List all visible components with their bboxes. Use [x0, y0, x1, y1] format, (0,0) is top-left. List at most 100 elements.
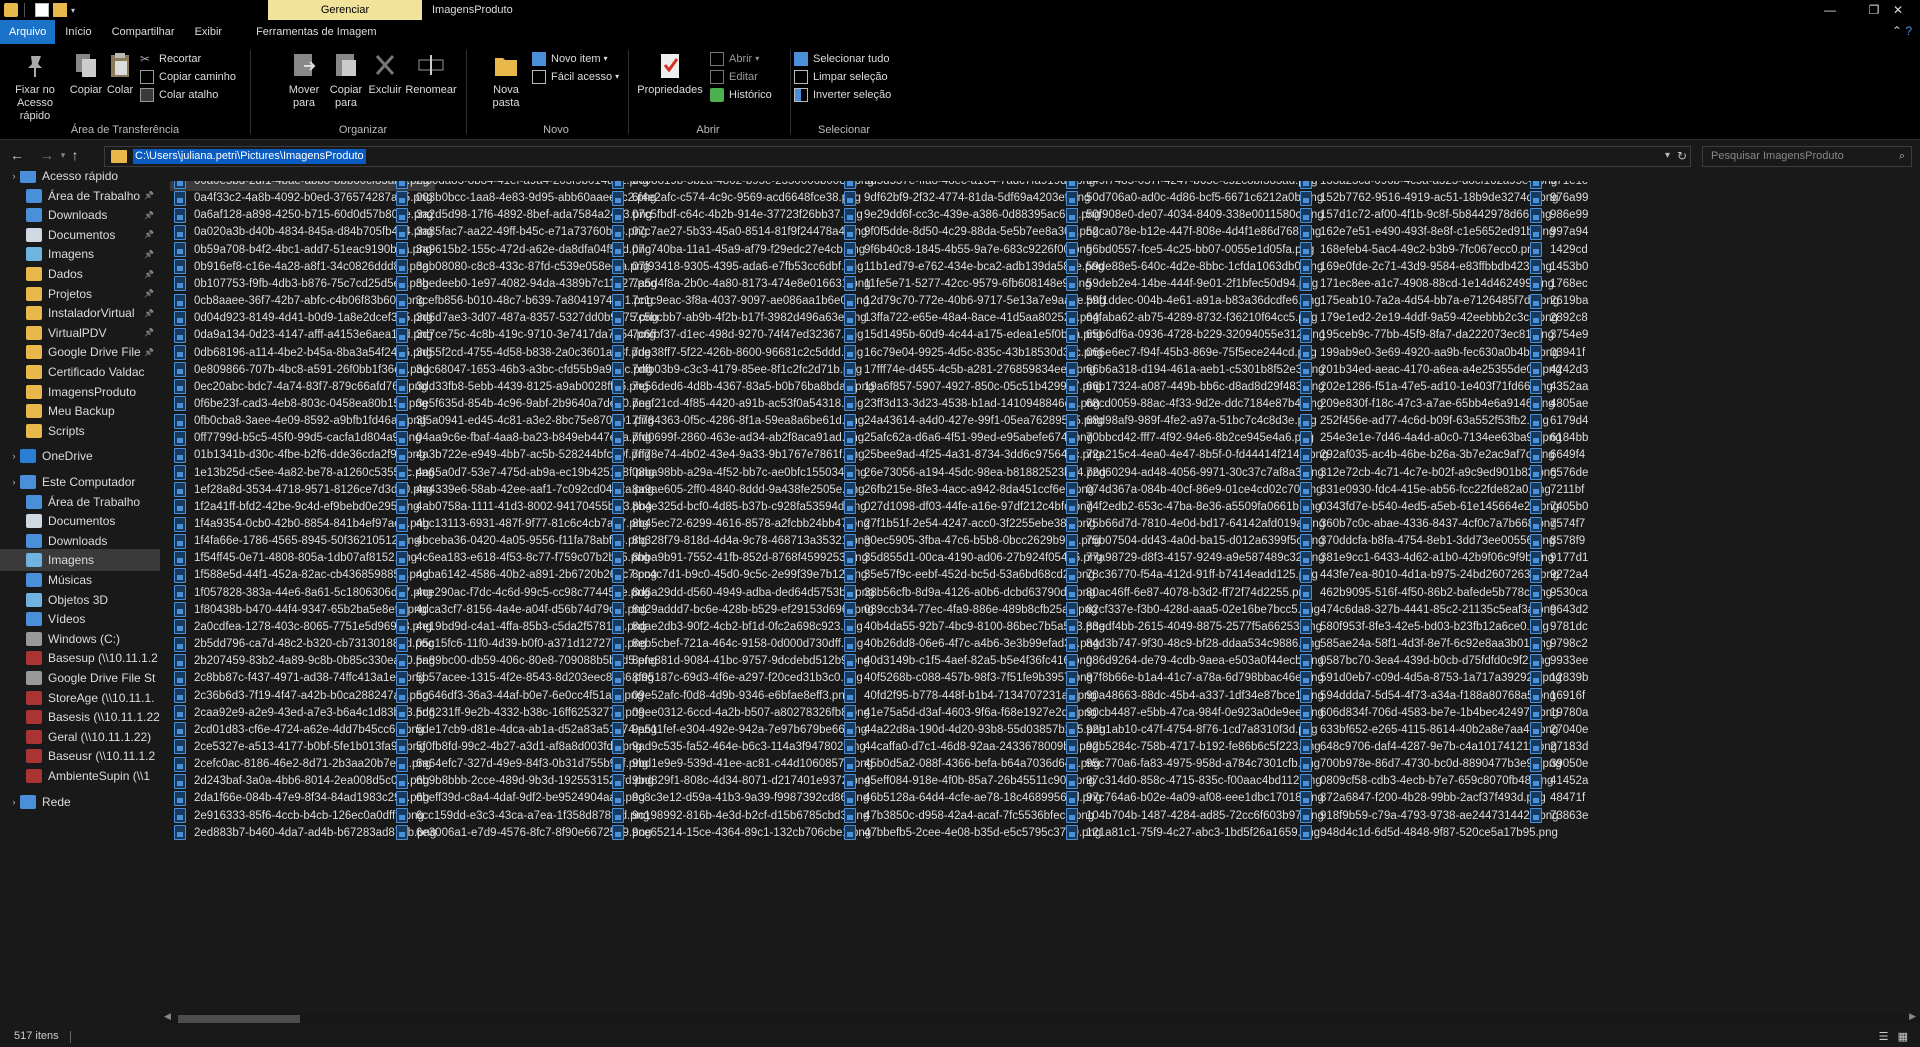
png-file-icon — [844, 276, 856, 292]
refresh-icon[interactable]: ↻ — [1677, 149, 1687, 163]
tab-home[interactable]: Início — [55, 20, 101, 44]
sidebar-item-label: AmbienteSupin (\\1 — [48, 769, 151, 783]
file-name: 1429cd — [1550, 243, 1588, 256]
pin-icon: 📌 — [144, 289, 154, 299]
select-none-button[interactable]: Limpar seleção — [794, 68, 888, 86]
customize-quick-access-icon[interactable]: ▾ — [71, 6, 75, 15]
tab-share[interactable]: Compartilhar — [102, 20, 185, 44]
history-button[interactable]: Histórico — [710, 86, 772, 104]
horizontal-scrollbar[interactable]: ◀ ▶ — [160, 1011, 1920, 1025]
file-name: 9c8c3e12-d59a-41b3-9a39-f9987392cd86.png — [632, 792, 870, 805]
address-dropdown-icon[interactable]: ▾ — [1665, 150, 1670, 161]
png-file-icon — [612, 550, 624, 566]
pin-quick-access-button[interactable]: Fixar no Acesso rápido — [4, 50, 66, 123]
expand-arrow-icon[interactable]: › — [8, 171, 20, 181]
expand-arrow-icon[interactable]: › — [8, 451, 20, 461]
sidebar-item[interactable]: › Rede — [0, 791, 160, 813]
png-file-icon — [1066, 756, 1078, 772]
file-item[interactable]: 73863e — [1524, 806, 1594, 826]
star-icon — [20, 171, 36, 183]
file-item[interactable]: 9ce65214-15ce-4364-89c1-132cb706cbe1.png — [606, 823, 877, 843]
sidebar-item[interactable]: Scripts — [0, 420, 160, 442]
details-view-icon[interactable]: ☰ — [1879, 1031, 1889, 1043]
cube-icon — [26, 592, 42, 607]
invert-selection-icon — [794, 88, 808, 102]
open-button[interactable]: Abrir ▾ — [710, 50, 759, 68]
file-name: 07f93418-9305-4395-ada6-e7fb53cc6dbf.png — [632, 260, 864, 273]
png-file-icon — [396, 790, 408, 806]
copy-button[interactable]: Copiar — [68, 50, 104, 97]
easy-access-button[interactable]: Fácil acesso ▾ — [532, 68, 619, 86]
rename-button[interactable]: Renomear — [403, 50, 459, 97]
file-item[interactable]: 121a81c1-75f9-4c27-abc3-1bd5f26a1659.png — [1060, 823, 1326, 843]
properties-button[interactable]: Propriedades — [634, 50, 706, 97]
tab-file[interactable]: Arquivo — [0, 20, 56, 44]
select-all-button[interactable]: Selecionar tudo — [794, 50, 889, 68]
new-folder-button[interactable]: Nova pasta — [486, 50, 526, 110]
file-name: 648c9706-daf4-4287-9e7b-c4a101741211.png — [1320, 740, 1558, 753]
file-name: 1f54ff45-0e71-4808-805a-1db07af8152.png — [194, 552, 417, 565]
minimize-button[interactable]: — — [1808, 0, 1852, 20]
cut-button[interactable]: ✂ Recortar — [140, 50, 201, 68]
delete-button[interactable]: Excluir — [367, 50, 403, 97]
png-file-icon — [844, 190, 856, 206]
expand-arrow-icon[interactable]: › — [8, 477, 20, 487]
file-name: 80ac46ff-6e87-4078-b3d2-ff72f74d2255.png — [1086, 586, 1312, 599]
paste-button[interactable]: Colar — [104, 50, 136, 97]
scrollbar-thumb[interactable] — [178, 1015, 300, 1023]
png-file-icon — [174, 773, 186, 789]
png-file-icon — [1066, 327, 1078, 343]
png-file-icon — [1066, 705, 1078, 721]
edit-button[interactable]: Editar — [710, 68, 758, 86]
help-icon[interactable]: ? — [1905, 24, 1912, 38]
expand-arrow-icon[interactable]: › — [8, 797, 20, 807]
png-file-icon — [396, 293, 408, 309]
new-folder-quick-icon[interactable] — [53, 3, 67, 17]
back-arrow-icon[interactable]: ← — [6, 147, 28, 163]
file-name: 68d98af9-989f-4fe2-a97a-51bc7c4c8d3e.png — [1086, 415, 1317, 428]
new-item-button[interactable]: Novo item ▾ — [532, 50, 608, 68]
file-name: 157d1c72-af00-4f1b-9c8f-5b8442978d66.png — [1320, 209, 1552, 222]
address-bar[interactable]: C:\Users\juliana.petri\Pictures\ImagensP… — [104, 146, 1691, 167]
sidebar-item[interactable]: AmbienteSupin (\\1 — [0, 765, 160, 787]
copy-to-button[interactable]: Copiar para — [325, 50, 367, 110]
scroll-left-icon[interactable]: ◀ — [164, 1011, 171, 1022]
file-name: 7ff78e74-4b02-43e4-9a33-9b1767e7861f.png — [632, 449, 865, 462]
file-name: 0809cf58-cdb3-4ecb-b7e7-659c8070fb48.png — [1320, 775, 1554, 788]
invert-selection-button[interactable]: Inverter seleção — [794, 86, 891, 104]
file-name: 7de38ff7-5f22-426b-8600-96681c2c5ddd.png — [632, 346, 864, 359]
png-file-icon — [1066, 482, 1078, 498]
address-path[interactable]: C:\Users\juliana.petri\Pictures\ImagensP… — [133, 149, 366, 164]
file-name: 0ff7799d-b5c5-45f0-99d5-cacfa1d804a9.png — [194, 432, 422, 445]
ribbon-collapse-icon[interactable]: ⌃ ? — [1892, 24, 1912, 38]
scissors-icon: ✂ — [140, 52, 151, 66]
move-to-button[interactable]: Mover para — [283, 50, 325, 110]
network-drive-icon — [26, 690, 42, 705]
sidebar-item-label: Baseusr (\\10.11.1.2 — [48, 749, 156, 764]
large-icons-view-icon[interactable]: ▦ — [1898, 1031, 1908, 1043]
png-file-icon — [1066, 619, 1078, 635]
sidebar-item[interactable]: › OneDrive — [0, 445, 160, 467]
paste-shortcut-button[interactable]: Colar atalho — [140, 86, 218, 104]
tab-picture-tools[interactable]: Ferramentas de Imagem — [246, 20, 386, 44]
history-icon — [710, 88, 724, 102]
file-item[interactable]: 948d4c1d-6d5d-4848-9f87-520ce5a17b95.png — [1294, 823, 1564, 843]
up-arrow-icon[interactable]: ↑ — [64, 147, 86, 163]
file-name: 4242d3 — [1550, 363, 1589, 376]
png-file-icon — [612, 773, 624, 789]
folder-icon — [26, 267, 42, 281]
copy-path-button[interactable]: Copiar caminho — [140, 68, 236, 86]
file-name: 976a99 — [1550, 192, 1589, 205]
contextual-tab-manage[interactable]: Gerenciar — [268, 0, 422, 20]
png-file-icon — [1066, 808, 1078, 824]
png-file-icon — [844, 345, 856, 360]
png-file-icon — [844, 379, 856, 395]
search-input[interactable]: Pesquisar ImagensProduto ⌕ — [1702, 146, 1912, 167]
file-name: 086d9264-de79-4cdb-9aea-e503a0f44ecb.png — [1086, 655, 1324, 668]
png-file-icon — [396, 585, 408, 601]
scroll-right-icon[interactable]: ▶ — [1909, 1011, 1916, 1022]
close-button[interactable]: ✕ — [1876, 0, 1920, 20]
tab-view[interactable]: Exibir — [185, 20, 233, 44]
png-file-icon — [174, 396, 186, 412]
properties-quick-icon[interactable] — [35, 3, 49, 17]
